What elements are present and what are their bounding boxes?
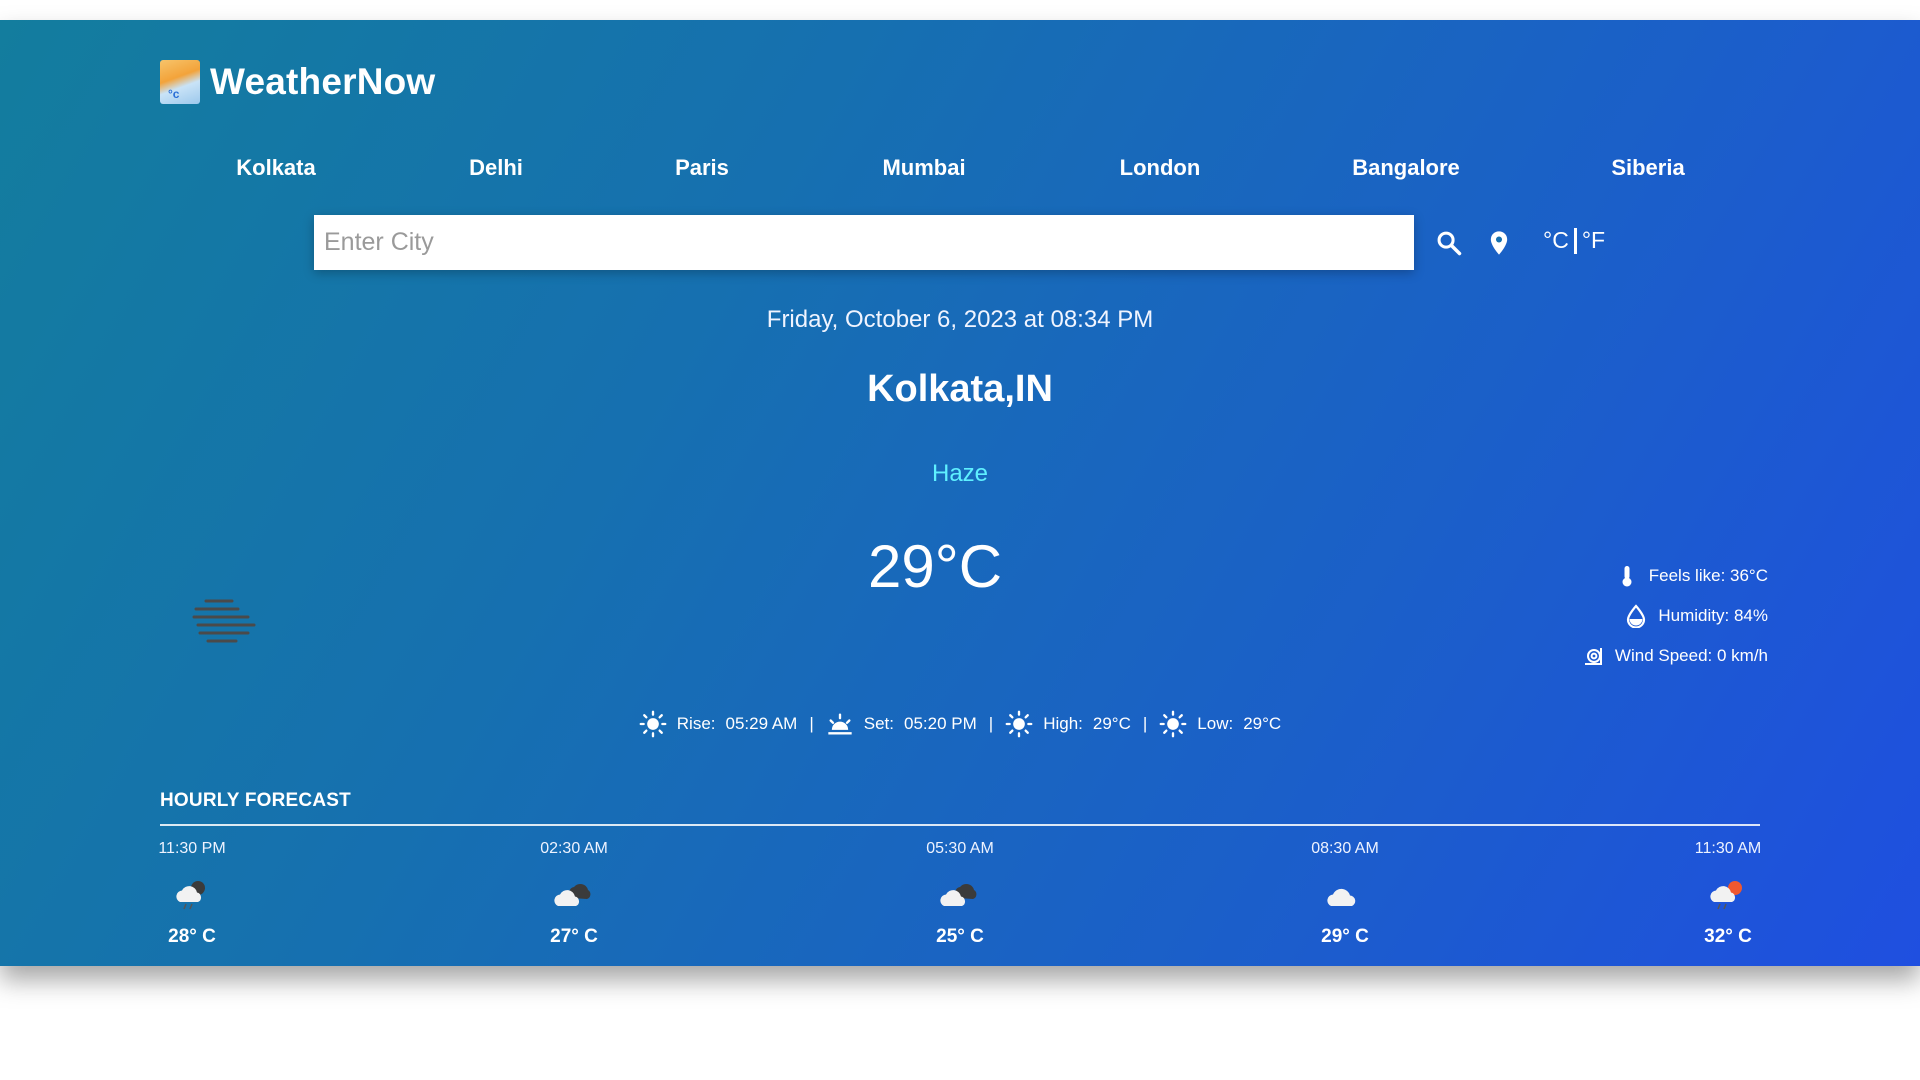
forecast-time: 11:30 AM <box>1694 840 1762 857</box>
sun-high-icon <box>1005 710 1033 738</box>
wind-icon <box>1584 648 1602 665</box>
wind-speed-text: Wind Speed: 0 km/h <box>1614 646 1768 665</box>
broken-clouds-icon <box>940 883 977 906</box>
weather-condition: Haze <box>931 460 989 487</box>
sunrise-label: Rise: <box>676 714 716 733</box>
sun-low-icon <box>1159 710 1187 738</box>
forecast-hour: 08:30 AM 29° C <box>1285 840 1405 948</box>
city-link-paris[interactable]: Paris <box>675 155 729 181</box>
wind-speed-row: Wind Speed: 0 km/h <box>1578 636 1768 676</box>
forecast-hour: 11:30 PM 28° C <box>132 840 252 948</box>
weather-panel: WeatherNow Kolkata Delhi Paris Mumbai Lo… <box>0 20 1920 966</box>
sunset-time: 05:20 PM <box>904 714 977 733</box>
forecast-time: 05:30 AM <box>926 840 994 857</box>
city-link-delhi[interactable]: Delhi <box>469 155 523 181</box>
city-nav: Kolkata Delhi Paris Mumbai London Bangal… <box>0 155 1920 195</box>
unit-divider <box>1573 227 1577 254</box>
divider: | <box>809 714 814 733</box>
forecast-temp: 32° C <box>1704 926 1752 947</box>
city-link-london[interactable]: London <box>1120 155 1201 181</box>
sunset-label: Set: <box>863 714 895 733</box>
humidity-text: Humidity: 84% <box>1658 606 1768 625</box>
humidity-drop-icon <box>1627 604 1646 628</box>
brand-name: WeatherNow <box>210 61 436 102</box>
forecast-temp: 29° C <box>1321 926 1369 947</box>
celsius-button[interactable]: °C <box>1543 227 1569 254</box>
forecast-hour: 02:30 AM 27° C <box>514 840 634 948</box>
forecast-title: HOURLY FORECAST <box>160 790 351 811</box>
current-location: Kolkata,IN <box>867 368 1053 410</box>
weather-details: Feels like: 36°C Humidity: 84% Wind Spee… <box>1578 556 1768 676</box>
sunrise-item: Rise: 05:29 AM <box>639 710 798 738</box>
fahrenheit-button[interactable]: °F <box>1582 227 1605 254</box>
divider: | <box>988 714 994 733</box>
city-link-mumbai[interactable]: Mumbai <box>882 155 965 181</box>
forecast-temp: 28° C <box>168 926 216 947</box>
feels-like-text: Feels like: 36°C <box>1648 566 1768 585</box>
forecast-hour: 11:30 AM 32° C <box>1668 840 1788 948</box>
forecast-hour: 05:30 AM 25° C <box>900 840 1020 948</box>
forecast-time: 08:30 AM <box>1311 840 1379 857</box>
divider: | <box>1142 714 1148 733</box>
forecast-temp: 25° C <box>936 926 984 947</box>
broken-clouds-icon <box>554 883 591 906</box>
high-label: High: <box>1043 714 1083 733</box>
location-pin-icon[interactable] <box>1485 229 1513 257</box>
sunrise-time: 05:29 AM <box>725 714 798 733</box>
search-icon[interactable] <box>1435 229 1463 257</box>
current-datetime: Friday, October 6, 2023 at 08:34 PM <box>766 306 1154 333</box>
low-temp-item: Low: 29°C <box>1159 710 1281 738</box>
forecast-time: 02:30 AM <box>540 840 608 857</box>
cloud-night-icon <box>176 881 205 910</box>
city-link-kolkata[interactable]: Kolkata <box>236 155 315 181</box>
unit-toggle: °C °F <box>1543 227 1605 254</box>
thermometer-icon <box>1622 566 1632 587</box>
forecast-divider <box>160 824 1760 826</box>
feels-like-row: Feels like: 36°C <box>1578 556 1768 596</box>
current-temperature: 29°C <box>868 533 1003 600</box>
humidity-row: Humidity: 84% <box>1578 596 1768 636</box>
low-label: Low: <box>1197 714 1234 733</box>
sunrise-icon <box>639 710 667 738</box>
brand[interactable]: WeatherNow <box>160 60 435 104</box>
forecast-time: 11:30 PM <box>158 840 226 857</box>
sunset-icon <box>828 713 852 735</box>
haze-icon <box>192 599 256 643</box>
high-value: 29°C <box>1092 714 1131 733</box>
sun-info-bar: Rise: 05:29 AM | Set: 05:20 PM | High: 2… <box>0 710 1920 738</box>
low-value: 29°C <box>1243 714 1282 733</box>
cloud-sun-icon <box>1710 881 1742 910</box>
cloud-icon <box>1327 888 1356 906</box>
city-link-bangalore[interactable]: Bangalore <box>1352 155 1460 181</box>
sunset-item: Set: 05:20 PM <box>826 710 977 738</box>
weather-app-logo-icon <box>160 60 200 104</box>
city-link-siberia[interactable]: Siberia <box>1611 155 1684 181</box>
forecast-temp: 27° C <box>550 926 598 947</box>
high-temp-item: High: 29°C <box>1005 710 1131 738</box>
search-input[interactable] <box>314 215 1414 270</box>
